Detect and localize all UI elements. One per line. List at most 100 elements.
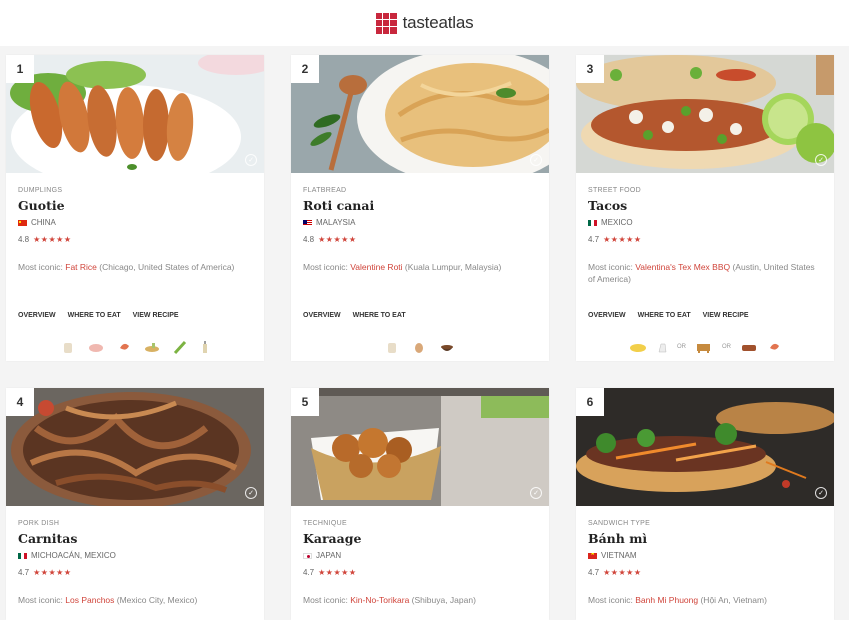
dish-country[interactable]: MEXICO — [588, 218, 822, 227]
roti-canai-image — [291, 55, 549, 173]
check-icon[interactable]: ✓ — [245, 487, 257, 499]
ingredient-icons — [6, 340, 264, 354]
sauce-bottle-icon[interactable] — [200, 340, 210, 354]
iconic-restaurant-link[interactable]: Valentine Roti — [350, 262, 402, 272]
dish-name[interactable]: Karaage — [303, 531, 537, 546]
iconic-location: (Chicago, United States of America) — [96, 262, 235, 272]
rank-badge: 4 — [6, 388, 34, 416]
most-iconic-label: Most iconic: — [588, 595, 636, 605]
iconic-restaurant-link[interactable]: Fat Rice — [65, 262, 97, 272]
dish-category: FLATBREAD — [303, 187, 347, 194]
banh-mi-image — [576, 388, 834, 506]
iconic-restaurant-link[interactable]: Kin-No-Torikara — [350, 595, 409, 605]
dish-name[interactable]: Roti canai — [303, 198, 537, 213]
most-iconic: Most iconic: Kin-No-Torikara (Shibuya, J… — [303, 594, 537, 606]
tortilla-icon[interactable] — [629, 340, 647, 354]
dish-country[interactable]: MALAYSIA — [303, 218, 537, 227]
rating-stars-icon: ★★★★★ — [603, 235, 642, 244]
check-icon[interactable]: ✓ — [245, 154, 257, 166]
check-icon[interactable]: ✓ — [815, 154, 827, 166]
dish-card: 3 ✓ STREET FOOD Tacos MEXICO 4.7 ★★★★★ M… — [576, 55, 834, 361]
dish-rating: 4.8 ★★★★★ — [303, 235, 537, 244]
check-icon[interactable]: ✓ — [815, 487, 827, 499]
egg-icon[interactable] — [412, 340, 426, 354]
where-to-eat-link[interactable]: WHERE TO EAT — [353, 312, 406, 319]
country-name: CHINA — [31, 218, 56, 227]
or-separator: OR — [677, 344, 686, 350]
vietnam-flag-icon — [588, 552, 597, 559]
malaysia-flag-icon — [303, 219, 312, 226]
dish-photo-roti-canai[interactable]: 2 ✓ — [291, 55, 549, 173]
flour-icon[interactable] — [385, 340, 399, 354]
where-to-eat-link[interactable]: WHERE TO EAT — [638, 312, 691, 319]
where-to-eat-link[interactable]: WHERE TO EAT — [68, 312, 121, 319]
logo-text: tasteatlas — [402, 13, 474, 32]
tacos-image — [576, 55, 834, 173]
dish-photo-karaage[interactable]: 5 ✓ — [291, 388, 549, 506]
most-iconic: Most iconic: Valentine Roti (Kuala Lumpu… — [303, 261, 537, 273]
ingredient-icons — [291, 340, 549, 354]
check-icon[interactable]: ✓ — [530, 487, 542, 499]
overview-link[interactable]: OVERVIEW — [18, 312, 56, 319]
dish-name[interactable]: Guotie — [18, 198, 252, 213]
most-iconic-label: Most iconic: — [303, 262, 351, 272]
beef-icon[interactable] — [695, 340, 713, 354]
dish-rating: 4.7 ★★★★★ — [588, 568, 822, 577]
rank-badge: 6 — [576, 388, 604, 416]
dish-name[interactable]: Bánh mì — [588, 531, 822, 546]
rating-value: 4.7 — [303, 568, 315, 577]
dish-rating: 4.8 ★★★★★ — [18, 235, 252, 244]
ginger-icon[interactable] — [144, 340, 160, 354]
most-iconic: Most iconic: Fat Rice (Chicago, United S… — [18, 261, 252, 273]
shrimp-icon[interactable] — [117, 340, 131, 354]
pork-icon[interactable] — [740, 340, 758, 354]
japan-flag-icon — [303, 552, 312, 559]
dish-category: SANDWICH TYPE — [588, 520, 651, 527]
dish-name[interactable]: Tacos — [588, 198, 822, 213]
dish-category: DUMPLINGS — [18, 187, 63, 194]
overview-link[interactable]: OVERVIEW — [588, 312, 626, 319]
iconic-restaurant-link[interactable]: Banh Mi Phuong — [635, 595, 698, 605]
dish-rating: 4.7 ★★★★★ — [18, 568, 252, 577]
tasteatlas-logo[interactable]: tasteatlas — [375, 12, 474, 34]
dish-country[interactable]: CHINA — [18, 218, 252, 227]
most-iconic-label: Most iconic: — [303, 595, 351, 605]
country-name: MALAYSIA — [316, 218, 356, 227]
dish-country[interactable]: MICHOACÁN, MEXICO — [18, 551, 252, 560]
overview-link[interactable]: OVERVIEW — [303, 312, 341, 319]
rating-value: 4.8 — [18, 235, 30, 244]
rating-value: 4.7 — [588, 568, 600, 577]
dish-photo-banh-mi[interactable]: 6 ✓ — [576, 388, 834, 506]
iconic-restaurant-link[interactable]: Los Panchos — [65, 595, 114, 605]
dish-category: PORK DISH — [18, 520, 60, 527]
carnitas-image — [6, 388, 264, 506]
dish-photo-carnitas[interactable]: 4 ✓ — [6, 388, 264, 506]
guotie-image — [6, 55, 264, 173]
chicken-icon[interactable] — [656, 340, 668, 354]
pork-icon[interactable] — [88, 340, 104, 354]
curry-bowl-icon[interactable] — [439, 340, 455, 354]
dish-country[interactable]: JAPAN — [303, 551, 537, 560]
rating-stars-icon: ★★★★★ — [603, 568, 642, 577]
view-recipe-link[interactable]: VIEW RECIPE — [133, 312, 179, 319]
check-icon[interactable]: ✓ — [530, 154, 542, 166]
leek-icon[interactable] — [173, 340, 187, 354]
dish-photo-guotie[interactable]: 1 ✓ — [6, 55, 264, 173]
dish-card: 1 ✓ DUMPLINGS Guotie CHINA 4.8 ★★★★★ Mos… — [6, 55, 264, 361]
dish-name[interactable]: Carnitas — [18, 531, 252, 546]
china-flag-icon — [18, 219, 27, 226]
most-iconic-label: Most iconic: — [18, 595, 66, 605]
iconic-restaurant-link[interactable]: Valentina's Tex Mex BBQ — [635, 262, 730, 272]
flour-icon[interactable] — [61, 340, 75, 354]
dish-category: TECHNIQUE — [303, 520, 347, 527]
shrimp-icon[interactable] — [767, 340, 781, 354]
dish-country[interactable]: VIETNAM — [588, 551, 822, 560]
iconic-location: (Shibuya, Japan) — [409, 595, 476, 605]
view-recipe-link[interactable]: VIEW RECIPE — [703, 312, 749, 319]
most-iconic: Most iconic: Valentina's Tex Mex BBQ (Au… — [588, 261, 822, 285]
rating-stars-icon: ★★★★★ — [33, 235, 72, 244]
dish-photo-tacos[interactable]: 3 ✓ — [576, 55, 834, 173]
most-iconic-label: Most iconic: — [588, 262, 636, 272]
most-iconic: Most iconic: Los Panchos (Mexico City, M… — [18, 594, 252, 606]
rank-badge: 1 — [6, 55, 34, 83]
